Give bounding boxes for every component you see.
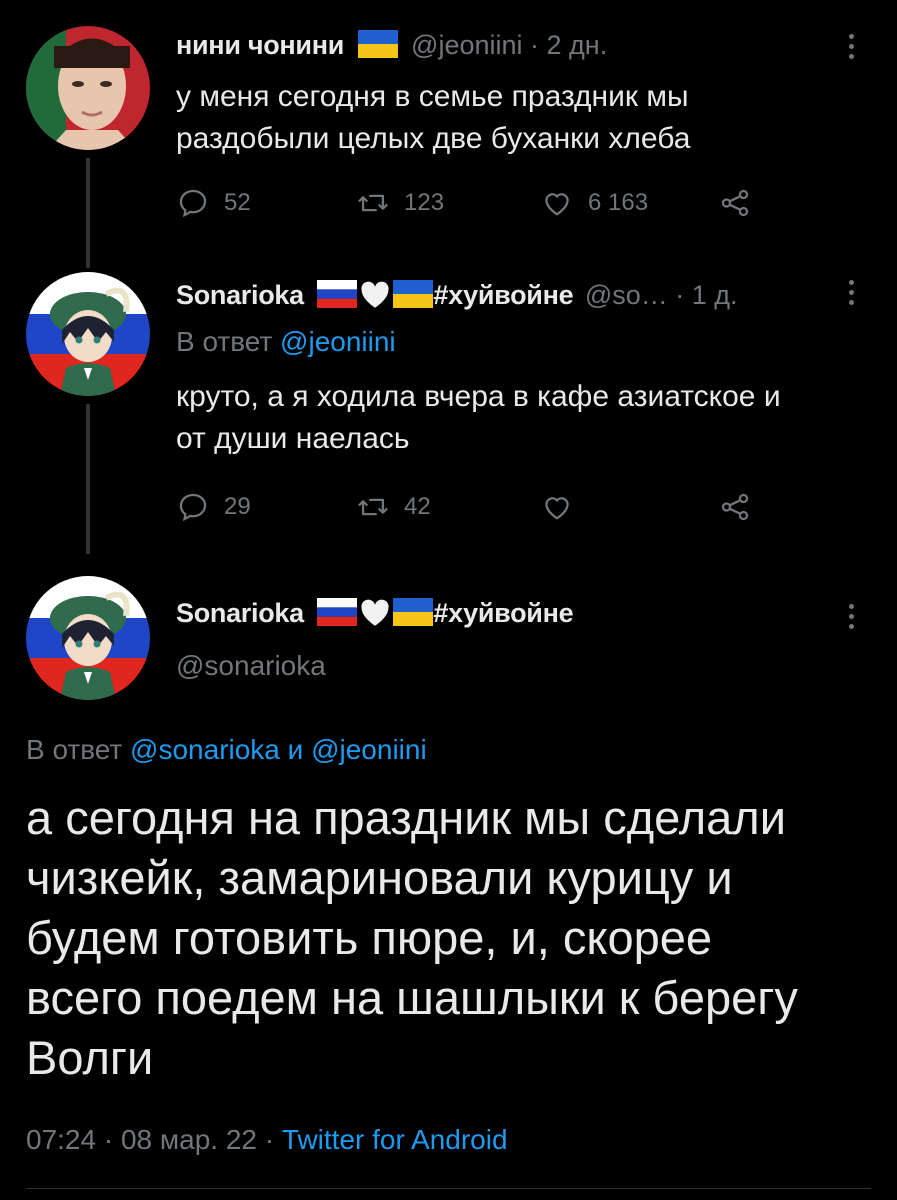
heart-icon [545, 193, 569, 216]
avatar-sonarioka[interactable] [26, 272, 150, 396]
tweet1-more-icon[interactable] [846, 34, 856, 59]
tweet1-text-line: раздобыли целых две буханки хлеба [176, 122, 691, 155]
tweet1-handle[interactable]: @jeoniini [411, 30, 522, 60]
tweet1-retweet-button[interactable]: 123 [356, 186, 444, 220]
russia-flag-icon [317, 280, 358, 308]
reply-count: 29 [224, 493, 251, 520]
reply-prefix: В ответ [176, 326, 273, 357]
avatar-photo [26, 26, 150, 150]
like-count: 6 163 [588, 189, 649, 216]
ukraine-flag-icon [393, 280, 434, 308]
reply-icon [179, 189, 207, 218]
tweet2-reply-button[interactable]: 29 [176, 490, 251, 524]
tweet2-share-button[interactable] [718, 490, 752, 524]
tweet2-more-icon[interactable] [846, 280, 856, 305]
tweet2-hashtag[interactable]: #хуйвойне [433, 280, 573, 310]
white-heart-icon [361, 281, 389, 308]
tweet3-display-name[interactable]: Sonarioka [176, 598, 304, 628]
tweet2-reply-context: В ответ @jeoniini [176, 326, 396, 358]
retweet-icon [358, 498, 388, 516]
reply-to-link[interactable]: @jeoniini [311, 734, 427, 765]
tweet3-header: Sonarioka #хуйвойне [176, 598, 574, 629]
retweet-count: 42 [404, 493, 431, 520]
tweet3-text-line: Волги [26, 1031, 154, 1084]
reply-to-link[interactable]: @sonarioka [130, 734, 280, 765]
reply-count: 52 [224, 189, 251, 216]
thread-connector [86, 158, 90, 268]
tweet2-text: круто, а я ходила вчера в кафе азиатское… [176, 376, 781, 460]
tweet3-handle[interactable]: @sonarioka [176, 650, 326, 682]
tweet1-like-button[interactable]: 6 163 [540, 186, 648, 220]
retweet-icon [358, 194, 388, 212]
tweet1-time[interactable]: 2 дн. [547, 30, 608, 60]
tweet3-text-line: а сегодня на праздник мы сделали [26, 791, 786, 844]
tweet2-header: Sonarioka #хуйвойне @so… · 1 д. [176, 280, 738, 310]
tweet3-date: 08 мар. 22 [120, 1124, 257, 1155]
tweet3-text-line: всего поедем на шашлыки к берегу [26, 971, 798, 1024]
reply-to-link[interactable]: @jeoniini [280, 326, 396, 357]
ukraine-flag-icon [357, 30, 398, 58]
tweet3-text-line: чизкейк, замариновали курицу и [26, 851, 733, 904]
tweet1-text: у меня сегодня в семье праздник мы раздо… [176, 76, 690, 160]
tweet1-share-button[interactable] [718, 186, 752, 220]
avatar-image [26, 576, 150, 700]
tweet2-time[interactable]: 1 д. [692, 280, 738, 310]
share-icon [721, 189, 749, 217]
tweet3-more-icon[interactable] [846, 604, 856, 629]
share-icon [721, 493, 749, 521]
reply-conjunction: и [287, 734, 304, 765]
tweet3-source-link[interactable]: Twitter for Android [282, 1124, 508, 1155]
tweet2-display-name[interactable]: Sonarioka [176, 280, 304, 310]
tweet3-meta: 07:24 · 08 мар. 22 · Twitter for Android [26, 1124, 508, 1155]
tweet3-time: 07:24 [26, 1124, 97, 1155]
divider [26, 1188, 871, 1189]
tweet3-text: а сегодня на праздник мы сделали чизкейк… [26, 788, 886, 1088]
tweet2-text-line: от души наелась [176, 422, 410, 455]
tweet1-text-line: у меня сегодня в семье праздник мы [176, 80, 689, 113]
tweet1-reply-button[interactable]: 52 [176, 186, 251, 220]
heart-icon [545, 497, 569, 520]
tweet1-header: нини чонини @jeoniini · 2 дн. [176, 30, 608, 60]
ukraine-flag-icon [393, 598, 434, 626]
avatar-jeoniini[interactable] [26, 26, 150, 150]
avatar-sonarioka[interactable] [26, 576, 150, 700]
white-heart-icon [361, 599, 389, 626]
tweet2-like-button[interactable] [540, 490, 574, 524]
tweet2-handle[interactable]: @so… [585, 280, 668, 310]
thread-connector [86, 404, 90, 554]
reply-prefix: В ответ [26, 734, 123, 765]
tweet2-retweet-button[interactable]: 42 [356, 490, 431, 524]
avatar-image [26, 272, 150, 396]
tweet1-display-name[interactable]: нини чонини [176, 30, 344, 60]
russia-flag-icon [317, 598, 358, 626]
reply-icon [179, 493, 207, 522]
tweet3-reply-context: В ответ @sonarioka и @jeoniini [26, 734, 427, 766]
tweet3-text-line: будем готовить пюре, и, скорее [26, 911, 713, 964]
tweet3-hashtag[interactable]: #хуйвойне [433, 598, 573, 628]
retweet-count: 123 [404, 189, 445, 216]
tweet2-text-line: круто, а я ходила вчера в кафе азиатское… [176, 380, 781, 413]
